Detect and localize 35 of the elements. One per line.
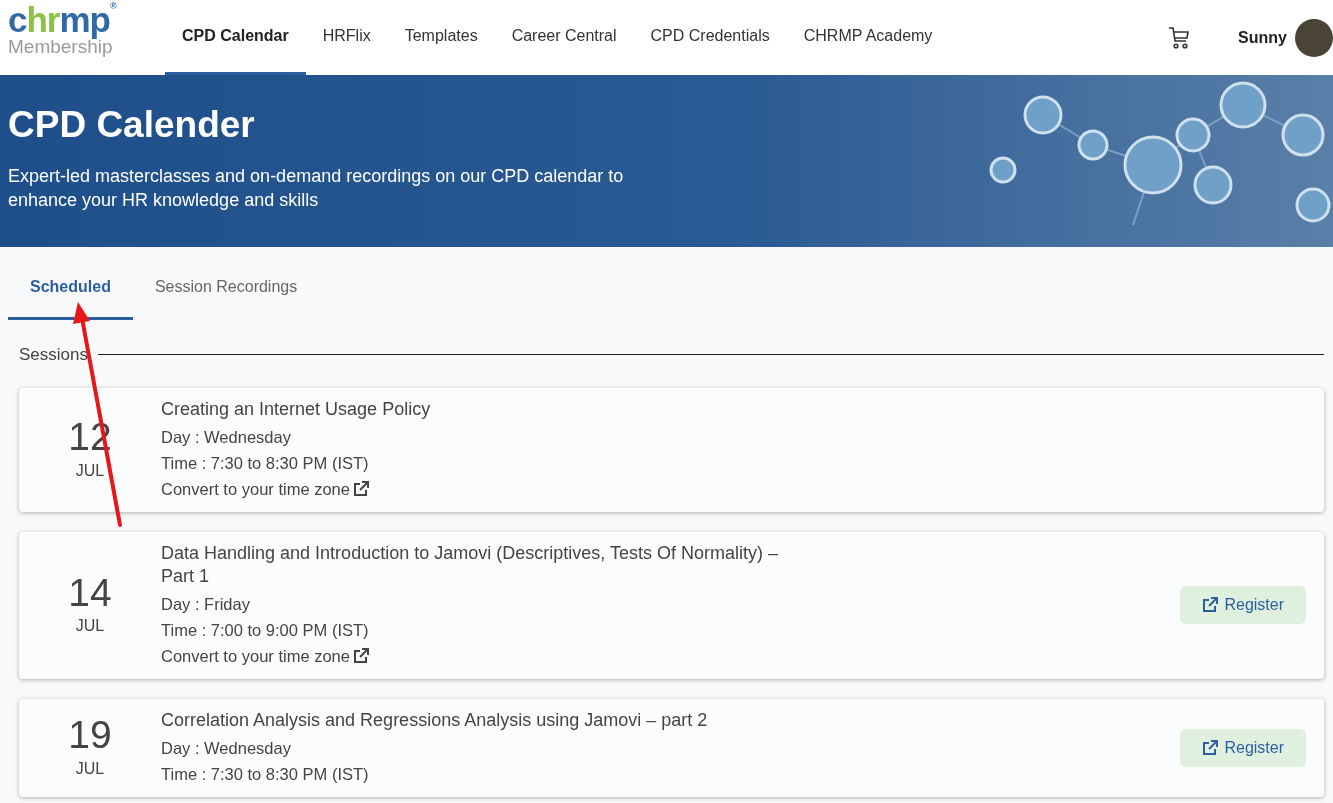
date-month: JUL bbox=[74, 758, 106, 779]
cart-icon[interactable] bbox=[1168, 25, 1191, 50]
nav-link[interactable]: CHRMP Academy bbox=[786, 0, 950, 75]
date-day: 14 bbox=[19, 571, 161, 615]
nav-link[interactable]: CPD Credentials bbox=[633, 0, 787, 75]
session-title: Creating an Internet Usage Policy bbox=[161, 397, 432, 421]
nav-link[interactable]: HRFlix bbox=[305, 0, 388, 75]
external-link-icon bbox=[352, 480, 369, 497]
convert-timezone-link[interactable]: Convert to your time zone bbox=[161, 475, 369, 502]
session-day: Day : Wednesday bbox=[161, 423, 1306, 450]
session-time: Time : 7:30 to 8:30 PM (IST) bbox=[161, 763, 370, 785]
convert-timezone-link[interactable]: Convert to your time zone bbox=[161, 642, 369, 669]
external-link-icon bbox=[1202, 739, 1219, 756]
session-title: Data Handling and Introduction to Jamovi (Descriptives, Tests Of Normality) – Part 1 bbox=[161, 541, 779, 588]
register-button[interactable]: Register bbox=[1180, 586, 1306, 624]
banner-title: CPD Calender bbox=[8, 103, 256, 147]
date-day: 19 bbox=[19, 714, 161, 757]
avatar[interactable] bbox=[1295, 18, 1333, 57]
session-title: Correlation Analysis and Regressions Analysis using Jamovi – part 2 bbox=[161, 708, 709, 732]
nav-link[interactable]: Templates bbox=[387, 0, 495, 75]
section-title: Sessions bbox=[19, 344, 88, 366]
register-button[interactable]: Register bbox=[1180, 728, 1306, 767]
session-time: Time : 7:30 to 8:30 PM (IST) bbox=[161, 452, 370, 474]
session-day: Day : Wednesday bbox=[161, 734, 1181, 761]
banner-subtitle: Expert-led masterclasses and on-demand recordings on our CPD calendar to enhance your HR knowledge and skills bbox=[8, 165, 625, 212]
session-time: Time : 7:00 to 9:00 PM (IST) bbox=[161, 619, 370, 641]
date-month: JUL bbox=[74, 460, 106, 481]
date-month: JUL bbox=[74, 616, 106, 637]
external-link-icon bbox=[1202, 597, 1219, 613]
tab[interactable]: Session Recordings bbox=[132, 263, 320, 320]
session-day: Day : Friday bbox=[161, 590, 1181, 617]
nav-link[interactable]: Career Central bbox=[494, 0, 634, 75]
user-name[interactable]: Sunny bbox=[1238, 25, 1287, 50]
external-link-icon bbox=[352, 647, 369, 664]
logo-wordmark: chrmp® bbox=[8, 2, 118, 37]
